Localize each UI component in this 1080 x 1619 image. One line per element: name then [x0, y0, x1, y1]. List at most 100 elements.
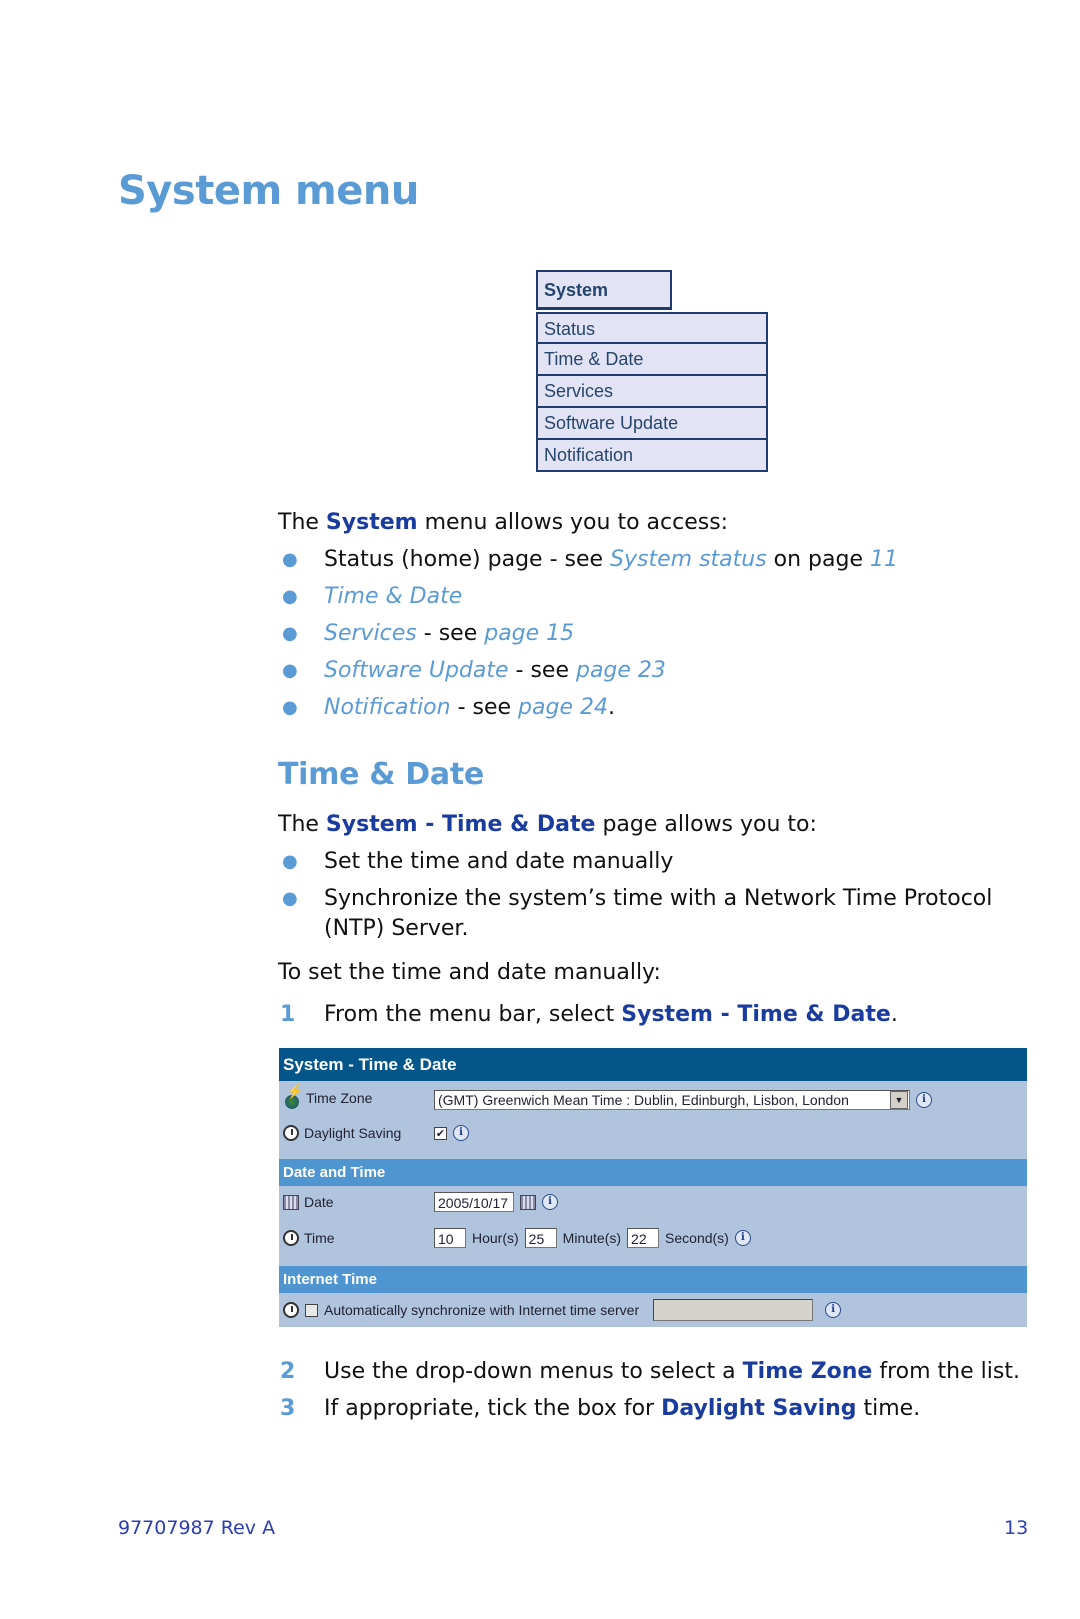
feature-list: ● Set the time and date manually ● Synch… — [282, 847, 1024, 944]
intro-text: The — [278, 510, 326, 535]
step-text: Use the drop-down menus to select a — [324, 1359, 743, 1384]
daylight-label: Daylight Saving — [304, 1125, 402, 1141]
link-time-date[interactable]: Time & Date — [324, 584, 462, 609]
date-time-section-header: Date and Time — [279, 1159, 1027, 1186]
info-icon[interactable]: i — [734, 1230, 751, 1246]
hour-unit: Hour(s) — [472, 1230, 519, 1246]
bullet-icon: ● — [282, 697, 298, 718]
page-heading: System menu — [118, 168, 419, 214]
bullet-icon: ● — [282, 888, 298, 909]
timezone-value: (GMT) Greenwich Mean Time : Dublin, Edin… — [438, 1092, 849, 1108]
menu-item-status[interactable]: Status — [536, 312, 768, 344]
bullet-icon: ● — [282, 623, 298, 644]
date-input[interactable]: 2005/10/17 — [434, 1192, 514, 1212]
footer-page-number: 13 — [1004, 1517, 1029, 1539]
calendar-picker-icon[interactable] — [520, 1194, 536, 1210]
bullet-icon: ● — [282, 586, 298, 607]
item-text: Status (home) page - see — [324, 547, 611, 572]
timezone-section: Time Zone (GMT) Greenwich Mean Time : Du… — [279, 1081, 1027, 1159]
list-item: ● Services - see page 15 — [282, 619, 898, 656]
step-bold: System - Time & Date — [621, 1002, 891, 1027]
section-intro: The System - Time & Date page allows you… — [278, 810, 817, 840]
link-page-23[interactable]: page 23 — [576, 658, 666, 683]
info-icon[interactable]: i — [825, 1302, 842, 1318]
intro-bold: System - Time & Date — [325, 812, 596, 837]
auto-sync-label: Automatically synchronize with Internet … — [324, 1302, 640, 1318]
list-item: ● Status (home) page - see System status… — [282, 545, 898, 582]
item-text: . — [607, 695, 615, 720]
step-1: 1 From the menu bar, select System - Tim… — [280, 1000, 898, 1030]
internet-time-section-header: Internet Time — [279, 1266, 1027, 1293]
link-page-24[interactable]: page 24 — [518, 695, 608, 720]
step-number: 3 — [280, 1396, 296, 1421]
time-row: Time 10 Hour(s) 25 Minute(s) 22 Second(s… — [279, 1222, 1027, 1258]
intro-text-end: menu allows you to access: — [417, 510, 729, 535]
item-text: - see — [416, 621, 485, 646]
chevron-down-icon[interactable]: ▼ — [890, 1091, 908, 1109]
step-number: 1 — [280, 1002, 296, 1027]
step-text-end: time. — [856, 1396, 921, 1421]
time-date-panel: System - Time & Date Time Zone (GMT) Gre… — [279, 1048, 1027, 1327]
timezone-label: Time Zone — [306, 1090, 373, 1106]
link-page-15[interactable]: page 15 — [484, 621, 574, 646]
link-services[interactable]: Services — [324, 621, 417, 646]
link-software-update[interactable]: Software Update — [324, 658, 509, 683]
footer-doc-id: 97707987 Rev A — [118, 1517, 276, 1539]
menu-header-system[interactable]: System — [536, 270, 672, 310]
link-notification[interactable]: Notification — [324, 695, 451, 720]
menu-item-time-date[interactable]: Time & Date — [536, 344, 768, 376]
ntp-clock-icon — [283, 1302, 299, 1318]
date-label: Date — [304, 1194, 334, 1210]
bullet-icon: ● — [282, 660, 298, 681]
time-server-input[interactable] — [653, 1299, 814, 1321]
link-page-11[interactable]: 11 — [870, 547, 898, 572]
auto-sync-checkbox[interactable] — [305, 1303, 318, 1317]
menu-item-software-update[interactable]: Software Update — [536, 408, 768, 440]
date-time-section: Date 2005/10/17 i Time 10 Hour(s) 25 Min… — [279, 1186, 1027, 1266]
daylight-saving-checkbox[interactable]: ✔ — [434, 1126, 447, 1140]
daylight-row: Daylight Saving ✔ i — [279, 1117, 1027, 1153]
minute-input[interactable]: 25 — [524, 1228, 557, 1248]
time-label: Time — [304, 1230, 335, 1246]
step-text-end: from the list. — [872, 1359, 1020, 1384]
list-item: ● Software Update - see page 23 — [282, 656, 898, 693]
list-item: ● Notification - see page 24. — [282, 693, 898, 730]
step-bold: Daylight Saving — [661, 1396, 857, 1421]
step-text-end: . — [890, 1002, 898, 1027]
link-system-status[interactable]: System status — [610, 547, 767, 572]
bullet-icon: ● — [282, 851, 298, 872]
step-3: 3 If appropriate, tick the box for Dayli… — [280, 1394, 921, 1424]
info-icon[interactable]: i — [916, 1092, 932, 1108]
item-text: on page — [766, 547, 871, 572]
access-list: ● Status (home) page - see System status… — [282, 545, 898, 730]
panel-title: System - Time & Date — [279, 1048, 1027, 1081]
date-row: Date 2005/10/17 i — [279, 1186, 1027, 1222]
bullet-icon: ● — [282, 549, 298, 570]
hour-input[interactable]: 10 — [434, 1228, 466, 1248]
calendar-icon — [283, 1194, 299, 1210]
manual-intro: To set the time and date manually: — [278, 960, 661, 985]
item-text: - see — [450, 695, 519, 720]
info-icon[interactable]: i — [542, 1194, 558, 1210]
timezone-select[interactable]: (GMT) Greenwich Mean Time : Dublin, Edin… — [434, 1090, 910, 1110]
intro-text-end: page allows you to: — [595, 812, 817, 837]
minute-unit: Minute(s) — [562, 1230, 622, 1246]
list-item: ● Time & Date — [282, 582, 898, 619]
list-item: ● Synchronize the system’s time with a N… — [282, 884, 1024, 944]
step-bold: Time Zone — [742, 1359, 873, 1384]
internet-time-section: Automatically synchronize with Internet … — [279, 1293, 1027, 1327]
intro-bold: System — [325, 510, 418, 535]
bullet-text: Set the time and date manually — [324, 849, 674, 874]
step-number: 2 — [280, 1359, 296, 1384]
bullet-text: Synchronize the system’s time with a Net… — [324, 886, 993, 941]
info-icon[interactable]: i — [453, 1125, 469, 1141]
menu-item-notification[interactable]: Notification — [536, 440, 768, 472]
second-input[interactable]: 22 — [627, 1228, 660, 1248]
timezone-row: Time Zone (GMT) Greenwich Mean Time : Du… — [279, 1081, 1027, 1117]
item-text: - see — [508, 658, 576, 683]
list-item: ● Set the time and date manually — [282, 847, 1024, 884]
system-menu: System Status Time & Date Services Softw… — [536, 270, 768, 472]
clock-icon — [283, 1125, 299, 1141]
globe-icon — [283, 1083, 303, 1109]
menu-item-services[interactable]: Services — [536, 376, 768, 408]
